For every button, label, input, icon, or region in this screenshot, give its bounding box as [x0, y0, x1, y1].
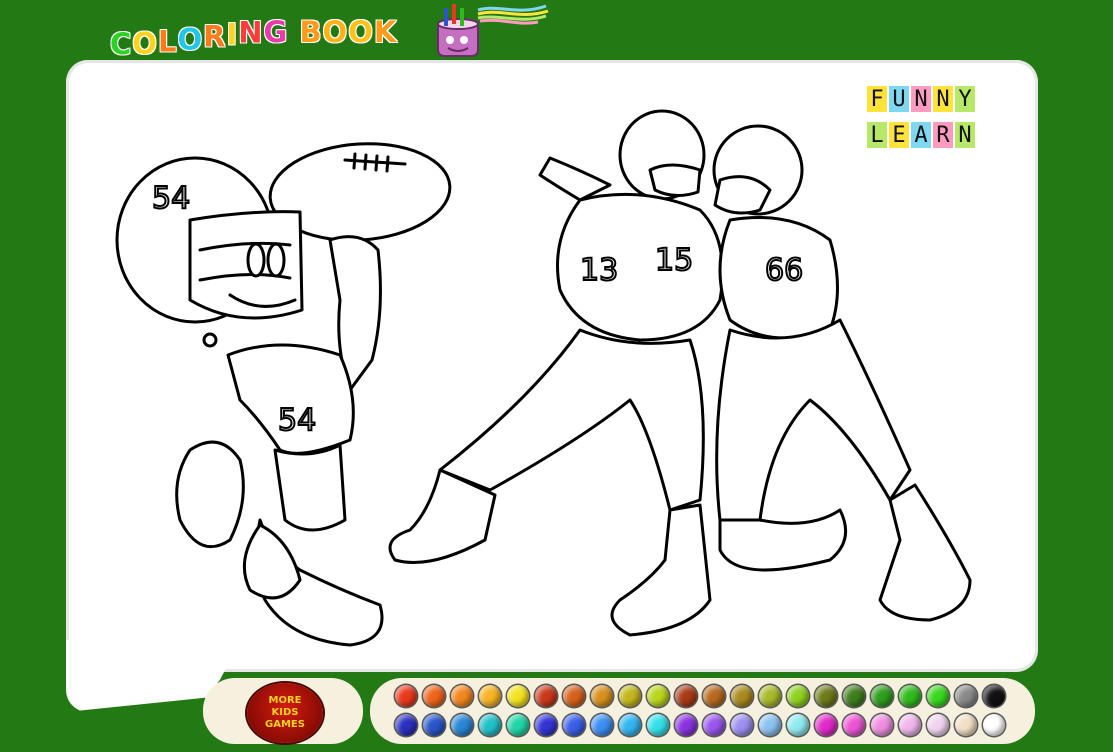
- title-letter: G: [263, 14, 289, 49]
- color-swatch[interactable]: [395, 685, 417, 707]
- title-letter: [288, 15, 299, 49]
- more-label: MORE: [268, 695, 302, 706]
- palette-row-2: [395, 714, 1005, 736]
- kids-label: KIDS: [271, 707, 299, 718]
- color-swatch[interactable]: [451, 685, 473, 707]
- color-swatch[interactable]: [899, 714, 921, 736]
- color-swatch[interactable]: [731, 714, 753, 736]
- title-letter: I: [226, 17, 239, 52]
- color-swatch[interactable]: [563, 685, 585, 707]
- color-swatch[interactable]: [647, 714, 669, 736]
- more-kids-games-button[interactable]: MORE KIDS GAMES: [247, 683, 323, 743]
- color-swatch[interactable]: [983, 714, 1005, 736]
- color-swatch[interactable]: [759, 714, 781, 736]
- palette-row-1: [395, 685, 1005, 707]
- color-swatch[interactable]: [507, 685, 529, 707]
- color-swatch[interactable]: [871, 685, 893, 707]
- color-swatch[interactable]: [647, 685, 669, 707]
- number-54-jersey: 54: [278, 403, 316, 438]
- football-players-drawing[interactable]: 54 54 13 15 66: [110, 100, 990, 670]
- title-letter: N: [238, 15, 264, 50]
- color-swatch[interactable]: [955, 714, 977, 736]
- paint-bucket-icon: [437, 4, 549, 57]
- color-swatch[interactable]: [507, 714, 529, 736]
- color-swatch[interactable]: [871, 714, 893, 736]
- color-swatch[interactable]: [535, 714, 557, 736]
- title-letter: C: [109, 26, 133, 61]
- title-letter: O: [177, 22, 204, 57]
- color-swatch[interactable]: [535, 685, 557, 707]
- color-swatch[interactable]: [927, 714, 949, 736]
- title-letter: K: [373, 14, 398, 49]
- title-letter: O: [322, 14, 349, 49]
- title-letter: L: [157, 24, 178, 59]
- color-swatch[interactable]: [899, 685, 921, 707]
- color-swatch[interactable]: [927, 685, 949, 707]
- title-letter: O: [132, 26, 158, 61]
- color-swatch[interactable]: [703, 714, 725, 736]
- color-swatch[interactable]: [619, 685, 641, 707]
- number-54-helmet: 54: [152, 181, 190, 216]
- color-swatch[interactable]: [759, 685, 781, 707]
- color-swatch[interactable]: [787, 714, 809, 736]
- color-swatch[interactable]: [591, 685, 613, 707]
- color-swatch[interactable]: [983, 685, 1005, 707]
- games-label: GAMES: [265, 719, 305, 730]
- title-letter: B: [299, 14, 323, 49]
- color-swatch[interactable]: [815, 685, 837, 707]
- color-swatch[interactable]: [563, 714, 585, 736]
- color-swatch[interactable]: [787, 685, 809, 707]
- color-swatch[interactable]: [815, 714, 837, 736]
- color-swatch[interactable]: [955, 685, 977, 707]
- title-letter: R: [202, 19, 227, 54]
- color-swatch[interactable]: [843, 714, 865, 736]
- color-swatch[interactable]: [423, 685, 445, 707]
- color-swatch[interactable]: [675, 685, 697, 707]
- number-66: 66: [765, 253, 803, 288]
- title-letter: O: [348, 14, 374, 49]
- color-swatch[interactable]: [591, 714, 613, 736]
- number-15: 15: [655, 243, 693, 278]
- color-swatch[interactable]: [423, 714, 445, 736]
- color-swatch[interactable]: [479, 685, 501, 707]
- color-swatch[interactable]: [395, 714, 417, 736]
- color-swatch[interactable]: [451, 714, 473, 736]
- color-swatch[interactable]: [703, 685, 725, 707]
- color-swatch[interactable]: [479, 714, 501, 736]
- coloring-book-title: COLORING BOOK: [109, 6, 398, 61]
- color-swatch[interactable]: [619, 714, 641, 736]
- color-swatch[interactable]: [843, 685, 865, 707]
- number-13: 13: [580, 253, 618, 288]
- color-swatch[interactable]: [675, 714, 697, 736]
- color-swatch[interactable]: [731, 685, 753, 707]
